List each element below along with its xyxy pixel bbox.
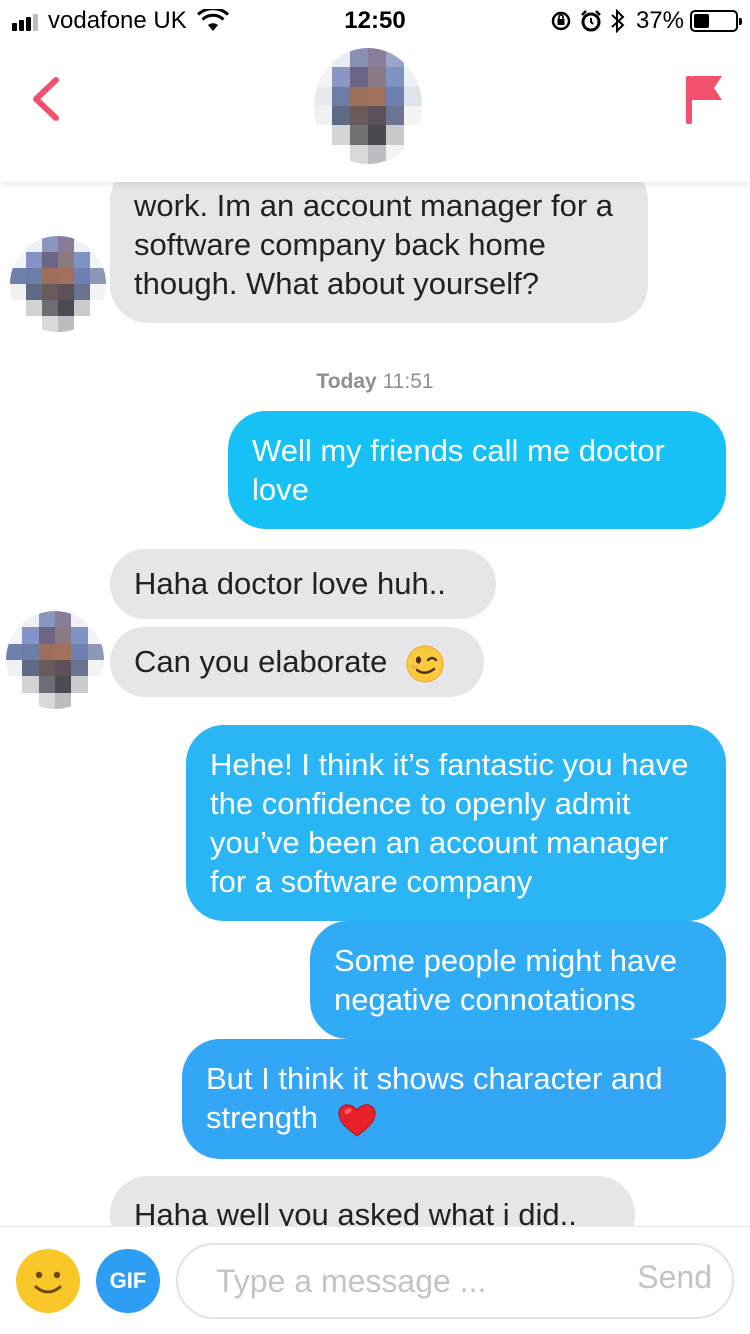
battery-percent: 37%	[635, 7, 684, 34]
message-text: Haha doctor love huh..	[134, 566, 446, 601]
flag-icon[interactable]	[682, 72, 726, 126]
composer-bar: GIF Send	[0, 1226, 750, 1334]
status-bar: vodafone UK 12:50 37%	[0, 0, 750, 40]
message-incoming[interactable]: Haha doctor love huh..	[110, 549, 496, 619]
chevron-left-icon[interactable]	[24, 74, 68, 124]
battery-icon	[690, 10, 742, 32]
message-text: work. Im an account manager for a softwa…	[134, 188, 614, 301]
match-avatar-small[interactable]	[10, 236, 106, 332]
alarm-icon	[581, 10, 601, 32]
send-button[interactable]: Send	[637, 1259, 712, 1296]
message-outgoing[interactable]: But I think it shows character and stren…	[182, 1039, 726, 1159]
smiley-icon[interactable]	[16, 1249, 80, 1313]
message-text: Can you elaborate	[134, 644, 388, 679]
message-text: Haha well you asked what i did..	[134, 1197, 577, 1226]
battery-fill	[694, 14, 709, 28]
message-incoming[interactable]: work. Im an account manager for a softwa…	[110, 182, 648, 323]
status-right: 37%	[542, 7, 742, 35]
orientation-lock-icon	[551, 11, 571, 31]
message-text: Some people might have negative connotat…	[334, 943, 677, 1017]
conversation[interactable]: work. Im an account manager for a softwa…	[0, 182, 750, 1226]
red-heart-icon	[338, 1104, 376, 1137]
message-incoming[interactable]: Haha well you asked what i did..	[110, 1176, 635, 1226]
chat-header	[0, 40, 750, 182]
gif-button[interactable]: GIF	[96, 1249, 160, 1313]
timestamp-day: Today	[316, 370, 377, 393]
message-input[interactable]	[216, 1245, 596, 1317]
message-outgoing[interactable]: Hehe! I think it’s fantastic you have th…	[186, 725, 726, 921]
winking-face-icon	[406, 645, 444, 683]
timestamp-time: 11:51	[382, 370, 434, 393]
avatar-pixels	[314, 48, 422, 164]
message-incoming[interactable]: Can you elaborate	[110, 627, 484, 697]
match-avatar[interactable]	[314, 48, 422, 164]
message-text: Hehe! I think it’s fantastic you have th…	[210, 747, 689, 899]
timestamp: Today 11:51	[0, 370, 750, 394]
match-avatar-small[interactable]	[6, 611, 104, 709]
message-outgoing[interactable]: Well my friends call me doctor love	[228, 411, 726, 529]
avatar-pixels	[6, 611, 104, 709]
avatar-pixels	[10, 236, 106, 332]
message-text: Well my friends call me doctor love	[252, 433, 665, 507]
bluetooth-icon	[611, 9, 625, 33]
message-box: Send	[176, 1243, 734, 1319]
message-outgoing[interactable]: Some people might have negative connotat…	[310, 921, 726, 1039]
message-text: But I think it shows character and stren…	[206, 1061, 663, 1135]
